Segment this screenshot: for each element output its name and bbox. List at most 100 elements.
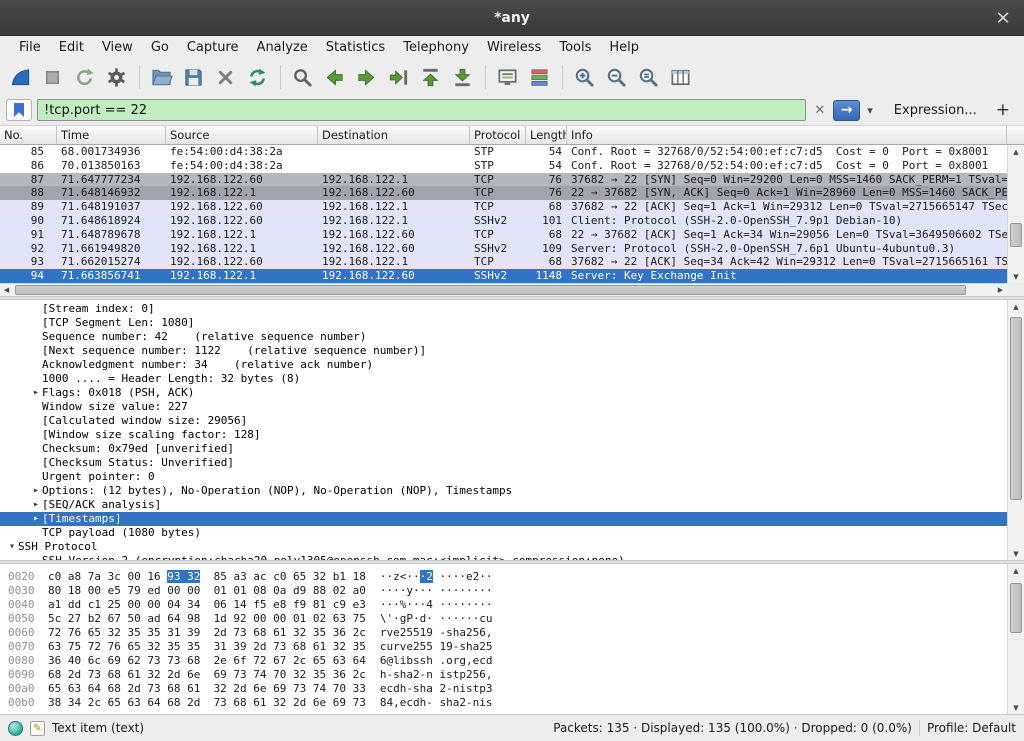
menu-item[interactable]: Help (600, 38, 648, 57)
packet-row[interactable]: 91 71.648789678 192.168.122.1 192.168.12… (0, 228, 1007, 242)
add-filter-button[interactable]: + (990, 100, 1016, 120)
capture-comment-icon[interactable] (30, 721, 45, 736)
packet-row[interactable]: 93 71.662015274 192.168.122.60 192.168.1… (0, 255, 1007, 269)
detail-line[interactable]: [Window size scaling factor: 128] (0, 428, 1007, 442)
menu-item[interactable]: View (93, 38, 142, 57)
detail-line[interactable]: Flags: 0x018 (PSH, ACK) (0, 386, 1007, 400)
reload-file-button[interactable] (243, 62, 273, 92)
column-header-length[interactable]: Length (526, 126, 567, 144)
scroll-down-icon[interactable] (1008, 701, 1024, 714)
column-header-source[interactable]: Source (166, 126, 318, 144)
hex-line[interactable]: 0020 c0 a8 7a 3c 00 16 93 32 85 a3 ac c0… (8, 570, 1007, 584)
go-last-button[interactable] (448, 62, 478, 92)
go-forward-button[interactable] (352, 62, 382, 92)
menu-item[interactable]: Edit (50, 38, 93, 57)
hex-line[interactable]: 0090 68 2d 73 68 61 32 2d 6e 69 73 74 70… (8, 668, 1007, 682)
hex-scrollbar[interactable] (1007, 564, 1024, 714)
start-capture-button[interactable] (6, 62, 36, 92)
detail-line[interactable]: Window size value: 227 (0, 400, 1007, 414)
packet-list-hscrollbar[interactable] (0, 283, 1007, 296)
packet-row[interactable]: 85 68.001734936 fe:54:00:d4:38:2a STP 54… (0, 145, 1007, 159)
menu-item[interactable]: Telephony (394, 38, 478, 57)
filter-dropdown-icon[interactable]: ▾ (865, 104, 875, 117)
hex-line[interactable]: 0040 a1 dd c1 25 00 00 04 34 06 14 f5 e8… (8, 598, 1007, 612)
column-header-no[interactable]: No. (0, 126, 57, 144)
scroll-down-icon[interactable] (1008, 270, 1024, 283)
scroll-up-icon[interactable] (1008, 564, 1024, 577)
detail-line[interactable]: [Timestamps] (0, 512, 1007, 526)
detail-line[interactable]: [TCP Segment Len: 1080] (0, 316, 1007, 330)
detail-line[interactable]: TCP payload (1080 bytes) (0, 526, 1007, 540)
detail-line[interactable]: 1000 .... = Header Length: 32 bytes (8) (0, 372, 1007, 386)
scrollbar-thumb[interactable] (1010, 317, 1022, 500)
menu-item[interactable]: Capture (178, 38, 248, 57)
packet-row[interactable]: 86 70.013850163 fe:54:00:d4:38:2a STP 54… (0, 159, 1007, 173)
menu-item[interactable]: File (10, 38, 50, 57)
packet-row[interactable]: 88 71.648146932 192.168.122.1 192.168.12… (0, 186, 1007, 200)
expert-info-icon[interactable] (8, 721, 23, 736)
hex-line[interactable]: 0030 80 18 00 e5 79 ed 00 00 01 01 08 0a… (8, 584, 1007, 598)
restart-capture-button[interactable] (70, 62, 100, 92)
hscrollbar-thumb[interactable] (15, 285, 966, 295)
zoom-in-button[interactable] (570, 62, 600, 92)
go-first-button[interactable] (416, 62, 446, 92)
detail-line[interactable]: SSH Protocol (0, 540, 1007, 554)
scroll-right-icon[interactable] (994, 284, 1007, 296)
close-file-button[interactable] (211, 62, 241, 92)
hex-line[interactable]: 0070 63 75 72 76 65 32 35 35 31 39 2d 73… (8, 640, 1007, 654)
column-header-protocol[interactable]: Protocol (470, 126, 526, 144)
stop-capture-button[interactable] (38, 62, 68, 92)
detail-line[interactable]: Sequence number: 42 (relative sequence n… (0, 330, 1007, 344)
column-header-destination[interactable]: Destination (318, 126, 470, 144)
column-header-time[interactable]: Time (57, 126, 166, 144)
menu-item[interactable]: Wireless (478, 38, 550, 57)
details-scrollbar[interactable] (1007, 300, 1024, 560)
open-file-button[interactable] (147, 62, 177, 92)
packet-row[interactable]: 92 71.661949820 192.168.122.1 192.168.12… (0, 242, 1007, 256)
zoom-out-button[interactable] (602, 62, 632, 92)
hex-line[interactable]: 00a0 65 63 64 68 2d 73 68 61 32 2d 6e 69… (8, 682, 1007, 696)
filter-bookmark-button[interactable] (6, 99, 32, 121)
detail-line[interactable]: Acknowledgment number: 34 (relative ack … (0, 358, 1007, 372)
detail-line[interactable]: Urgent pointer: 0 (0, 470, 1007, 484)
detail-line[interactable]: Options: (12 bytes), No-Operation (NOP),… (0, 484, 1007, 498)
detail-line[interactable]: [SEQ/ACK analysis] (0, 498, 1007, 512)
scroll-up-icon[interactable] (1008, 145, 1024, 158)
menu-item[interactable]: Go (142, 38, 178, 57)
filter-apply-button[interactable]: → (833, 100, 860, 121)
detail-line[interactable]: [Checksum Status: Unverified] (0, 456, 1007, 470)
scroll-up-icon[interactable] (1008, 300, 1024, 313)
menu-item[interactable]: Tools (550, 38, 600, 57)
scroll-left-icon[interactable] (0, 284, 13, 296)
resize-columns-button[interactable] (666, 62, 696, 92)
hex-line[interactable]: 0080 36 40 6c 69 62 73 73 68 2e 6f 72 67… (8, 654, 1007, 668)
save-file-button[interactable] (179, 62, 209, 92)
detail-line[interactable]: [Calculated window size: 29056] (0, 414, 1007, 428)
display-filter-input[interactable]: !tcp.port == 22 (37, 99, 806, 121)
packet-row[interactable]: 87 71.647777234 192.168.122.60 192.168.1… (0, 173, 1007, 187)
hex-line[interactable]: 00b0 38 34 2c 65 63 64 68 2d 73 68 61 32… (8, 696, 1007, 710)
detail-line[interactable]: [Next sequence number: 1122 (relative se… (0, 344, 1007, 358)
detail-line[interactable]: Checksum: 0x79ed [unverified] (0, 442, 1007, 456)
go-back-button[interactable] (320, 62, 350, 92)
colorize-button[interactable] (525, 62, 555, 92)
scrollbar-thumb[interactable] (1010, 223, 1022, 247)
filter-clear-icon[interactable]: ✕ (811, 103, 828, 118)
packet-row[interactable]: 94 71.663856741 192.168.122.1 192.168.12… (0, 269, 1007, 283)
hex-line[interactable]: 0050 5c 27 b2 67 50 ad 64 98 1d 92 00 00… (8, 612, 1007, 626)
go-to-packet-button[interactable] (384, 62, 414, 92)
scrollbar-thumb[interactable] (1010, 583, 1022, 633)
packet-row[interactable]: 90 71.648618924 192.168.122.60 192.168.1… (0, 214, 1007, 228)
find-packet-button[interactable] (288, 62, 318, 92)
detail-line[interactable]: SSH Version 2 (encryption:chacha20-poly1… (0, 554, 1007, 560)
column-header-info[interactable]: Info (567, 126, 1007, 144)
zoom-original-button[interactable] (634, 62, 664, 92)
scroll-down-icon[interactable] (1008, 547, 1024, 560)
close-window-button[interactable]: × (995, 8, 1011, 27)
packet-list-scrollbar[interactable] (1007, 145, 1024, 283)
auto-scroll-button[interactable] (493, 62, 523, 92)
expression-button[interactable]: Expression... (894, 103, 977, 118)
capture-options-button[interactable] (102, 62, 132, 92)
hex-line[interactable]: 0060 72 76 65 32 35 35 31 39 2d 73 68 61… (8, 626, 1007, 640)
profile-button[interactable]: Profile: Default (927, 721, 1016, 735)
